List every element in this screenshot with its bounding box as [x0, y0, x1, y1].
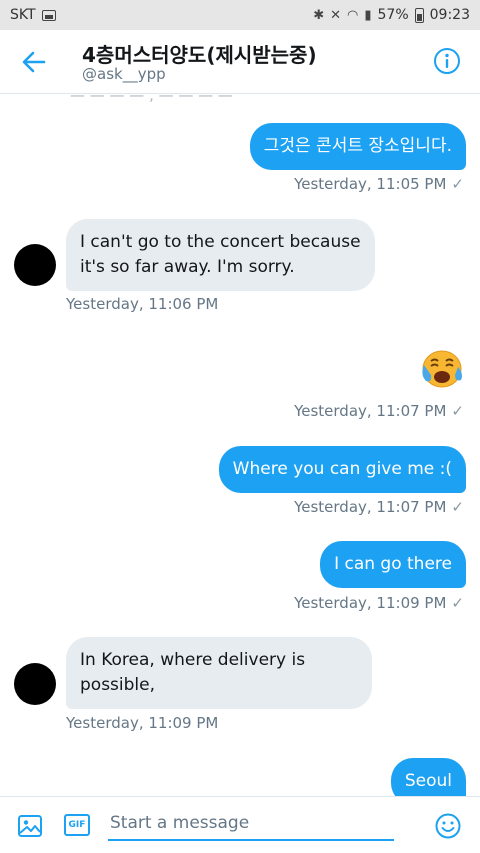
info-icon	[434, 48, 460, 74]
signal-icon: ▮	[364, 7, 372, 23]
incoming-message[interactable]: I can't go to the concert because it's s…	[66, 219, 375, 291]
sent-check-icon: ✓	[451, 594, 464, 612]
image-icon[interactable]	[17, 813, 43, 839]
message-text: 그것은 콘서트 장소입니다.	[263, 136, 452, 156]
message-timestamp: Yesterday, 11:09 PM	[66, 714, 219, 732]
gif-button[interactable]: GIF	[64, 814, 90, 836]
mute-icon: ✕	[330, 7, 342, 23]
gif-label: GIF	[68, 820, 86, 830]
message-text-line-2: possible,	[80, 675, 156, 695]
sent-check-icon: ✓	[451, 175, 464, 193]
avatar[interactable]	[14, 663, 56, 705]
cut-off-timestamp: — — — — , — — — —	[70, 95, 233, 104]
battery-icon	[414, 7, 424, 23]
message-timestamp: Yesterday, 11:07 PM ✓	[294, 402, 464, 420]
message-text-line-2: it's so far away. I'm sorry.	[80, 257, 295, 277]
status-left: SKT	[10, 7, 56, 23]
outgoing-message[interactable]: 그것은 콘서트 장소입니다.	[249, 123, 466, 170]
wifi-icon: ◠	[347, 7, 359, 23]
bluetooth-icon: ✱	[313, 7, 325, 23]
battery-percent: 57%	[377, 7, 409, 23]
carrier-label: SKT	[10, 7, 36, 23]
avatar[interactable]	[14, 244, 56, 286]
message-text-line-1: In Korea, where delivery is	[80, 650, 306, 670]
message-timestamp: Yesterday, 11:05 PM ✓	[294, 175, 464, 193]
conversation-title: 4층머스터양도(제시받는중)	[82, 43, 317, 67]
back-button[interactable]	[18, 46, 50, 78]
sent-check-icon: ✓	[451, 498, 464, 516]
back-arrow-icon	[22, 51, 46, 73]
sent-check-icon: ✓	[451, 402, 464, 420]
message-text: Seoul	[404, 771, 452, 791]
crying-face-emoji[interactable]	[418, 347, 464, 389]
outgoing-message[interactable]: I can go there	[320, 541, 466, 588]
outgoing-message[interactable]: Where you can give me :(	[218, 446, 466, 493]
clock: 09:23	[429, 7, 470, 23]
status-right: ✱ ✕ ◠ ▮ 57% 09:23	[313, 7, 470, 23]
message-text: Where you can give me :(	[232, 459, 452, 479]
status-bar: SKT ✱ ✕ ◠ ▮ 57% 09:23	[0, 0, 480, 30]
gallery-notification-icon	[41, 9, 56, 21]
outgoing-message[interactable]: Seoul	[390, 758, 466, 796]
conversation-handle: @ask__ypp	[82, 65, 166, 83]
message-timestamp: Yesterday, 11:06 PM	[66, 295, 219, 313]
message-thread[interactable]: — — — — , — — — — 그것은 콘서트 장소입니다. Yesterd…	[0, 95, 480, 796]
message-text-line-1: I can't go to the concert because	[80, 232, 361, 252]
smiley-icon[interactable]	[434, 812, 462, 840]
message-timestamp: Yesterday, 11:07 PM ✓	[294, 498, 464, 516]
info-button[interactable]	[433, 47, 461, 75]
conversation-header: 4층머스터양도(제시받는중) @ask__ypp	[0, 30, 480, 94]
message-input[interactable]	[108, 807, 394, 841]
message-composer: GIF	[0, 796, 480, 853]
message-text: I can go there	[334, 554, 452, 574]
incoming-message[interactable]: In Korea, where delivery is possible,	[66, 637, 372, 709]
message-timestamp: Yesterday, 11:09 PM ✓	[294, 594, 464, 612]
